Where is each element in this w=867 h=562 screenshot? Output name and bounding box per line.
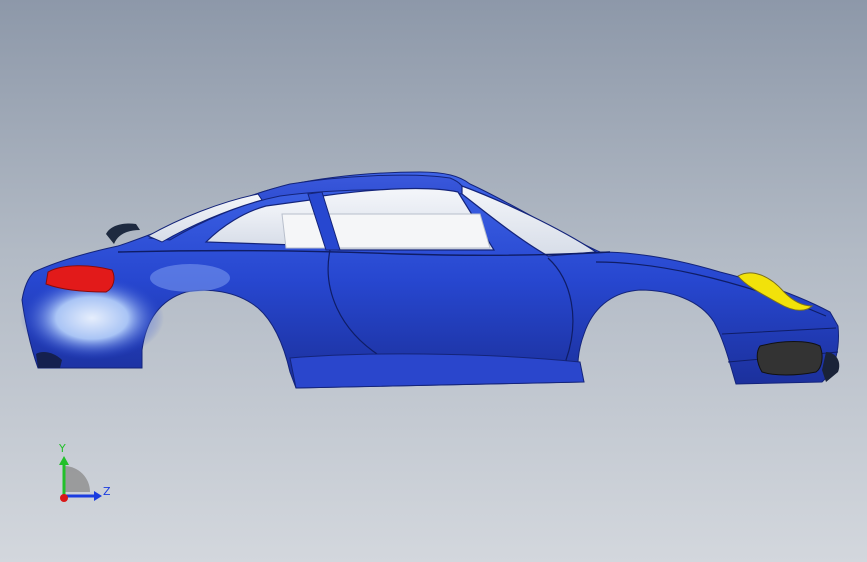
coordinate-triad-icon: Y Z bbox=[58, 442, 110, 502]
triad-quadrant bbox=[64, 466, 90, 492]
y-axis-arrow bbox=[59, 456, 69, 465]
rear-quarter-highlight bbox=[150, 264, 230, 292]
fog-lamp bbox=[756, 341, 823, 376]
car-body-model[interactable] bbox=[0, 0, 867, 562]
y-axis-label: Y bbox=[58, 442, 66, 455]
x-axis-origin bbox=[60, 494, 68, 502]
graphics-viewport[interactable]: Y Z bbox=[0, 0, 867, 562]
z-axis-label: Z bbox=[103, 485, 110, 498]
interior-panel bbox=[281, 213, 491, 249]
side-skirt bbox=[289, 353, 585, 389]
z-axis-arrow bbox=[94, 491, 102, 501]
